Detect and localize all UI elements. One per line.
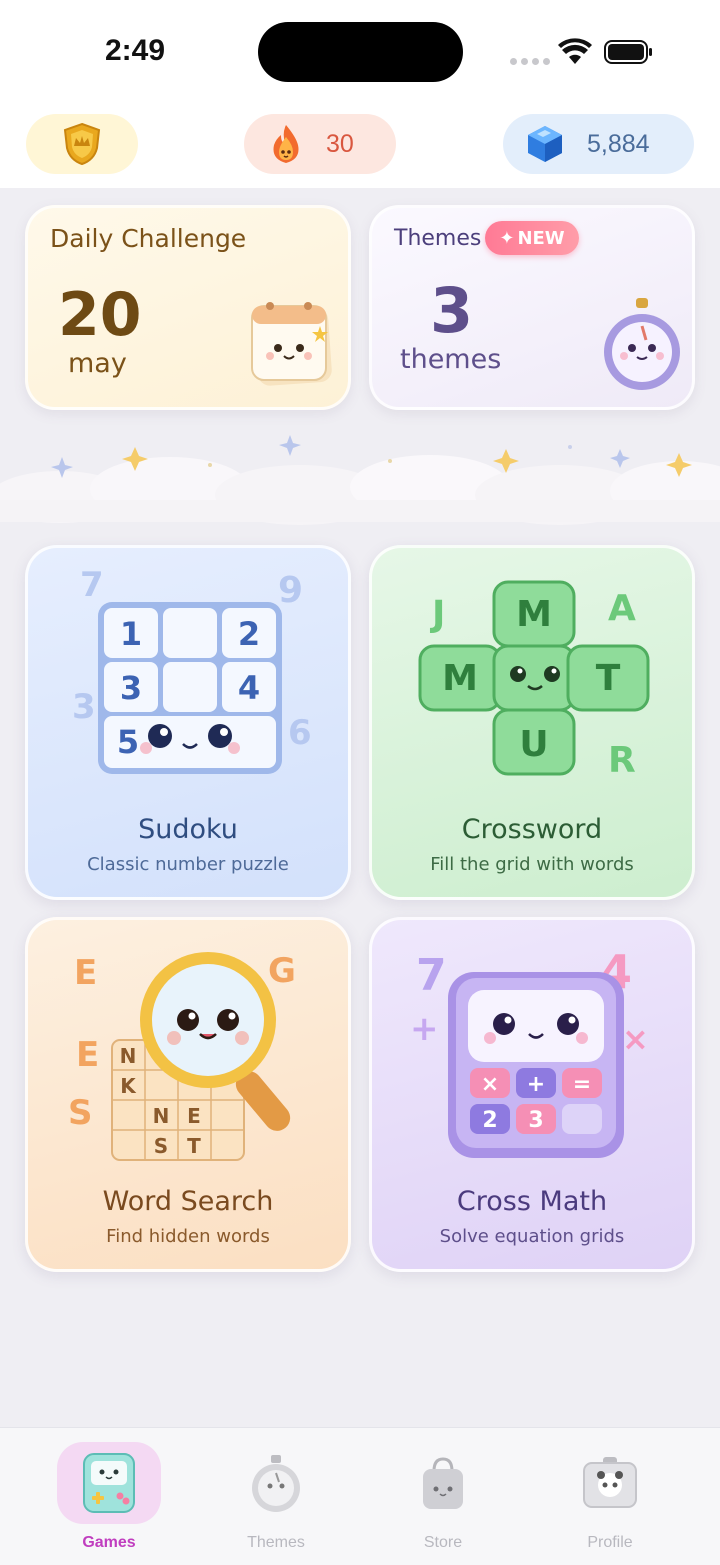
crossword-float-j: J [429, 594, 445, 635]
tab-games-label: Games [82, 1534, 136, 1551]
magnifier-mascot-icon: E G E S N K N E S T [68, 951, 296, 1161]
battery-icon [604, 40, 652, 64]
wordsearch-float-e1: E [74, 953, 97, 993]
calculator-mascot-icon: 7 4 + × × + = 2 3 [410, 945, 649, 1158]
sudoku-cell-4: 3 [120, 669, 142, 707]
sudoku-float-6: 6 [288, 713, 312, 753]
daily-challenge-month: may [68, 348, 127, 379]
tab-themes[interactable]: Themes [224, 1442, 328, 1554]
tab-themes-label: Themes [247, 1534, 305, 1551]
game-title-crossword: Crossword [461, 814, 603, 845]
sudoku-float-9: 9 [278, 570, 303, 611]
svg-text:+: + [410, 1009, 439, 1049]
crossmath-key-times: × [481, 1072, 499, 1097]
game-card-crossword[interactable]: J A R M M T U Crossword Fill the grid wi… [369, 545, 695, 900]
streak-counter[interactable]: 30 [244, 114, 396, 174]
wordsearch-float-g: G [268, 951, 296, 991]
game-title-word-search: Word Search [102, 1186, 274, 1217]
wordsearch-grid-s: S [154, 1134, 168, 1158]
gem-icon [528, 126, 562, 162]
crossmath-float-7: 7 [416, 950, 447, 1001]
wordsearch-float-e2: E [76, 1035, 99, 1075]
crossword-tile-right: T [596, 658, 621, 699]
game-title-cross-math: Cross Math [456, 1186, 608, 1217]
dynamic-island [258, 22, 463, 82]
game-card-word-search[interactable]: E G E S N K N E S T Word Search Find hid… [25, 917, 351, 1272]
crossword-tiles-mascot-icon: J A R M M T U [418, 580, 650, 781]
sudoku-float-3: 3 [72, 687, 96, 727]
game-subtitle-sudoku: Classic number puzzle [87, 854, 289, 875]
crossmath-key-2: 2 [482, 1108, 497, 1133]
profile-card-icon [583, 1457, 637, 1508]
tab-games-highlight [57, 1442, 161, 1524]
sparkle-icon: ✦ [499, 227, 515, 249]
daily-challenge-card[interactable]: Daily Challenge 20 may [25, 205, 351, 410]
gems-counter[interactable]: 5,884 [503, 114, 694, 174]
game-subtitle-word-search: Find hidden words [106, 1226, 270, 1247]
wordsearch-grid-n2: N [153, 1104, 170, 1128]
stopwatch-mascot-icon [604, 298, 680, 390]
wordsearch-grid-e: E [187, 1104, 201, 1128]
fire-icon [273, 125, 299, 163]
gems-count: 5,884 [587, 129, 650, 158]
signal-icon [510, 58, 550, 65]
shopping-bag-icon [423, 1457, 463, 1509]
crossmath-key-plus: + [527, 1072, 545, 1097]
themes-card-title: Themes [394, 226, 482, 251]
wordsearch-grid-k: K [120, 1074, 137, 1098]
crossmath-key-equals: = [573, 1072, 591, 1097]
calendar-mascot-icon [251, 302, 332, 386]
tab-profile-label: Profile [587, 1534, 633, 1551]
status-bar: 2:49 [0, 0, 720, 100]
daily-challenge-day: 20 [58, 280, 142, 350]
game-subtitle-cross-math: Solve equation grids [439, 1226, 625, 1247]
sudoku-cell-3: 2 [238, 615, 260, 653]
game-console-icon [83, 1453, 135, 1513]
cloud-divider-illustration [0, 435, 720, 525]
game-subtitle-crossword: Fill the grid with words [430, 854, 634, 875]
wordsearch-float-s: S [68, 1093, 93, 1133]
sudoku-cell-1: 1 [120, 615, 142, 653]
wifi-icon [558, 38, 592, 64]
wordsearch-grid-n1: N [120, 1044, 137, 1068]
tab-store[interactable]: Store [391, 1442, 495, 1554]
game-card-cross-math[interactable]: 7 4 + × × + = 2 3 Cross Math Solve equat… [369, 917, 695, 1272]
tab-games[interactable]: Games [57, 1442, 161, 1554]
new-badge-label: NEW [517, 227, 565, 249]
crossword-tile-top: M [516, 594, 552, 635]
svg-text:×: × [622, 1020, 649, 1058]
crossmath-key-3: 3 [528, 1108, 543, 1133]
crossword-float-a: A [608, 588, 636, 629]
stopwatch-icon [252, 1455, 300, 1512]
game-title-sudoku: Sudoku [138, 814, 238, 845]
game-card-sudoku[interactable]: 7 9 3 6 1 2 3 4 5 Sudoku Classic number … [25, 545, 351, 900]
tab-store-label: Store [423, 1534, 463, 1551]
sudoku-cell-7: 5 [117, 723, 139, 761]
currency-bar: 30 5,884 [0, 100, 720, 188]
sudoku-float-7: 7 [80, 565, 104, 605]
new-badge: ✦ NEW [485, 221, 579, 255]
shield-crown-icon [63, 122, 101, 166]
tab-profile[interactable]: Profile [558, 1442, 662, 1554]
crossword-tile-left: M [442, 658, 478, 699]
rank-badge-button[interactable] [26, 114, 138, 174]
tab-bar: Games Themes Store Profile [0, 1427, 720, 1565]
themes-count-label: themes [400, 344, 502, 375]
themes-count: 3 [430, 274, 474, 347]
wordsearch-grid-t: T [187, 1134, 201, 1158]
crossword-float-r: R [608, 740, 636, 781]
sudoku-grid-mascot-icon: 7 9 3 6 1 2 3 4 5 [72, 565, 312, 774]
status-time: 2:49 [105, 34, 166, 67]
crossword-tile-bottom: U [519, 724, 548, 765]
themes-card[interactable]: Themes ✦ NEW 3 themes [369, 205, 695, 410]
sudoku-cell-6: 4 [238, 669, 260, 707]
streak-count: 30 [326, 129, 354, 158]
daily-challenge-title: Daily Challenge [50, 224, 247, 253]
